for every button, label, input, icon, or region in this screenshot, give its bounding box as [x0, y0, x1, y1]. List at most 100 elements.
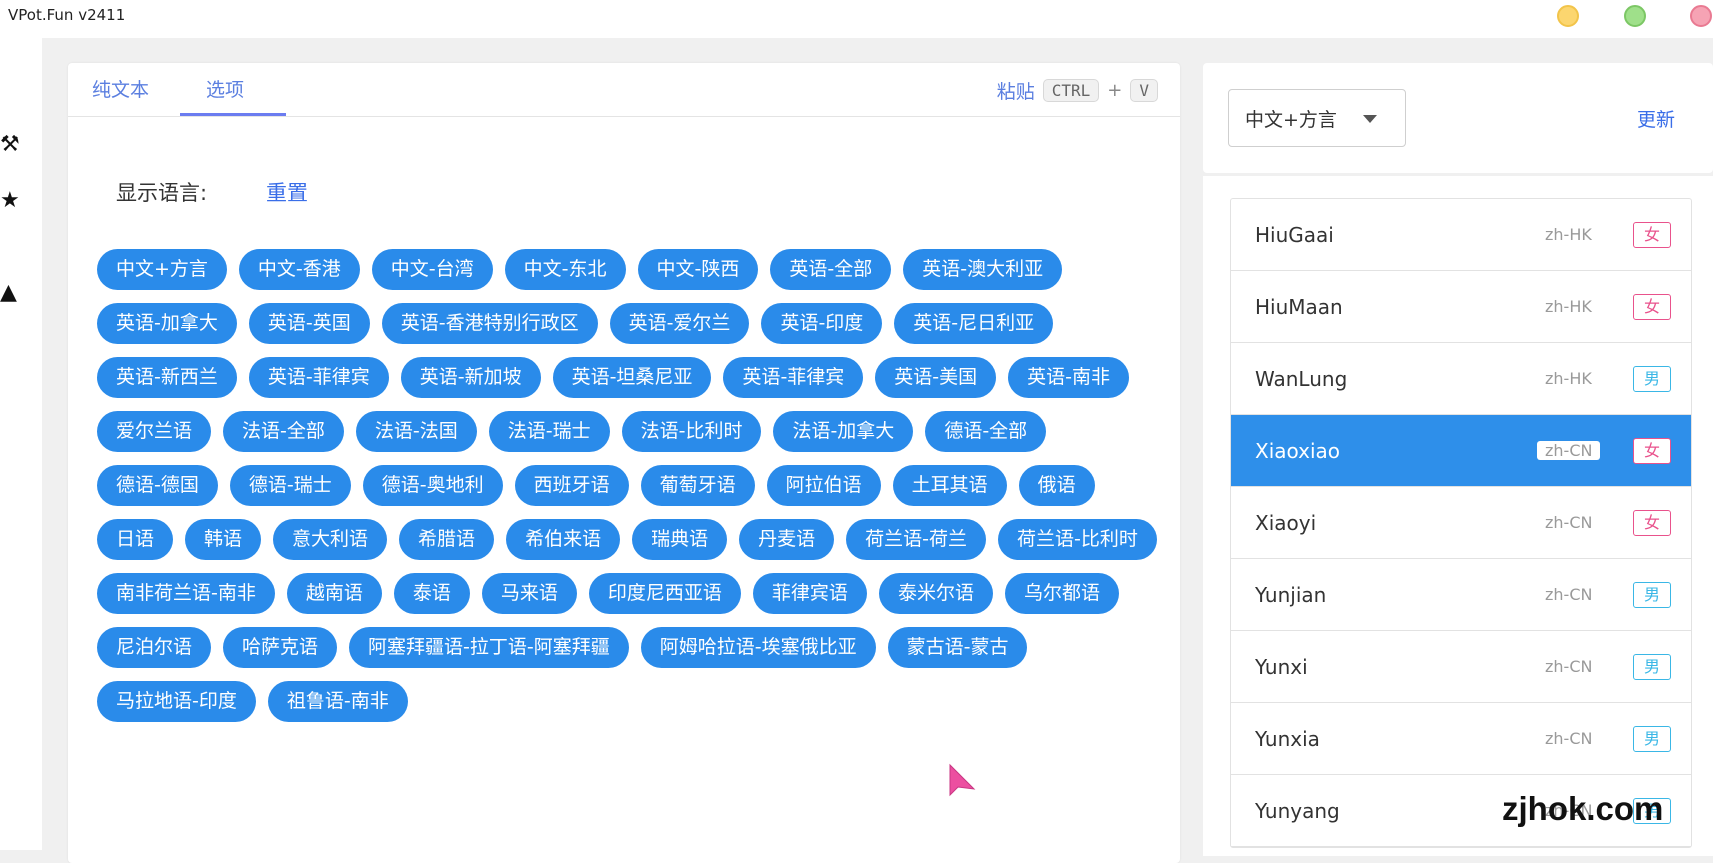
refresh-button[interactable]: 更新	[1637, 105, 1675, 132]
language-chip[interactable]: 意大利语	[273, 519, 388, 560]
language-chip[interactable]: 法语-加拿大	[773, 411, 914, 452]
language-chip[interactable]: 英语-全部	[770, 249, 892, 290]
language-chip[interactable]: 马来语	[481, 573, 577, 614]
language-chip[interactable]: 中文-陕西	[637, 249, 759, 290]
caret-down-icon	[1363, 115, 1377, 123]
voice-locale: zh-CN	[1545, 657, 1593, 676]
language-select-value: 中文+方言	[1245, 108, 1337, 131]
language-chip[interactable]: 英语-菲律宾	[248, 357, 389, 398]
gender-badge: 男	[1633, 365, 1671, 392]
language-chip[interactable]: 阿拉伯语	[766, 465, 881, 506]
language-chip[interactable]: 哈萨克语	[223, 627, 338, 668]
voice-name: Xiaoyi	[1255, 510, 1317, 535]
voice-locale: zh-HK	[1545, 225, 1592, 244]
language-chip[interactable]: 中文-台湾	[371, 249, 493, 290]
language-chip[interactable]: 法语-比利时	[621, 411, 762, 452]
language-chip[interactable]: 希伯来语	[506, 519, 621, 560]
voice-name: Yunxi	[1255, 654, 1308, 679]
language-chip[interactable]: 德语-奥地利	[362, 465, 503, 506]
language-chip[interactable]: 韩语	[185, 519, 262, 560]
language-chip[interactable]: 南非荷兰语-南非	[97, 573, 275, 614]
language-chip[interactable]: 土耳其语	[892, 465, 1007, 506]
language-chip[interactable]: 英语-印度	[761, 303, 883, 344]
language-chip[interactable]: 葡萄牙语	[640, 465, 755, 506]
language-chip[interactable]: 英语-澳大利亚	[903, 249, 1063, 290]
voice-row[interactable]: WanLung zh-HK 男	[1231, 343, 1691, 415]
tab-plain-text[interactable]: 纯文本	[92, 75, 149, 112]
language-chip[interactable]: 中文-香港	[238, 249, 360, 290]
language-chip[interactable]: 英语-新西兰	[97, 357, 237, 398]
language-chip[interactable]: 蒙古语-蒙古	[887, 627, 1028, 668]
language-chip[interactable]: 德语-德国	[97, 465, 218, 506]
language-chip[interactable]: 尼泊尔语	[97, 627, 212, 668]
voice-row[interactable]: Yunjian zh-CN 男	[1231, 559, 1691, 631]
language-chip[interactable]: 乌尔都语	[1004, 573, 1119, 614]
language-chip[interactable]: 印度尼西亚语	[588, 573, 741, 614]
language-chip[interactable]: 泰语	[393, 573, 470, 614]
gender-badge: 男	[1633, 725, 1671, 752]
language-chip[interactable]: 阿姆哈拉语-埃塞俄比亚	[640, 627, 876, 668]
options-panel: 纯文本 选项 粘贴 CTRL + V 显示语言: 重置 中文+方言 中文-香港 中文…	[68, 63, 1180, 863]
star-icon[interactable]: ★	[0, 188, 22, 214]
language-chip[interactable]: 俄语	[1018, 465, 1095, 506]
language-chip[interactable]: 英语-新加坡	[400, 357, 541, 398]
reset-button[interactable]: 重置	[266, 177, 308, 207]
language-chip[interactable]: 祖鲁语-南非	[267, 681, 408, 722]
language-chip[interactable]: 英语-南非	[1008, 357, 1130, 398]
language-select[interactable]: 中文+方言	[1228, 89, 1406, 147]
watermark-text: zjhok.com	[1502, 790, 1664, 827]
title-bar: VPot.Fun v2411	[0, 0, 1713, 38]
paste-label[interactable]: 粘贴	[997, 77, 1035, 104]
language-chip[interactable]: 荷兰语-荷兰	[846, 519, 986, 560]
language-chip[interactable]: 西班牙语	[514, 465, 629, 506]
language-chip[interactable]: 马拉地语-印度	[97, 681, 256, 722]
language-chip[interactable]: 英语-加拿大	[97, 303, 237, 344]
language-chip[interactable]: 英语-英国	[248, 303, 370, 344]
language-chip[interactable]: 瑞典语	[632, 519, 728, 560]
close-button[interactable]	[1690, 5, 1712, 27]
voice-row[interactable]: Xiaoyi zh-CN 女	[1231, 487, 1691, 559]
language-chip[interactable]: 中文-东北	[504, 249, 626, 290]
language-chip[interactable]: 日语	[97, 519, 174, 560]
voice-row[interactable]: Yunxi zh-CN 男	[1231, 631, 1691, 703]
voice-locale: zh-CN	[1545, 729, 1593, 748]
voice-row[interactable]: HiuGaai zh-HK 女	[1231, 199, 1691, 271]
gender-badge: 男	[1633, 653, 1671, 680]
voice-row[interactable]: Xiaoxiao zh-CN 女	[1231, 415, 1691, 487]
language-chip[interactable]: 阿塞拜疆语-拉丁语-阿塞拜疆	[349, 627, 629, 668]
language-chip[interactable]: 英语-尼日利亚	[894, 303, 1054, 344]
language-chip[interactable]: 英语-爱尔兰	[609, 303, 750, 344]
language-chip[interactable]: 德语-全部	[925, 411, 1047, 452]
language-chip[interactable]: 德语-瑞士	[229, 465, 351, 506]
language-chip[interactable]: 越南语	[286, 573, 382, 614]
language-chip[interactable]: 英语-美国	[875, 357, 997, 398]
language-chip[interactable]: 荷兰语-比利时	[997, 519, 1157, 560]
language-chip-list: 中文+方言 中文-香港 中文-台湾 中文-东北 中文-陕西 英语-全部 英语-澳大利亚 英语-…	[97, 249, 1157, 722]
mountain-icon[interactable]: ▲	[0, 280, 22, 306]
language-chip[interactable]: 丹麦语	[739, 519, 835, 560]
paste-shortcut[interactable]: 粘贴 CTRL + V	[997, 75, 1158, 105]
language-chip[interactable]: 泰米尔语	[878, 573, 993, 614]
voice-name: Yunjian	[1255, 582, 1327, 607]
tab-options[interactable]: 选项	[172, 75, 278, 112]
voice-locale: zh-CN	[1537, 441, 1601, 460]
voice-row[interactable]: Yunxia zh-CN 男	[1231, 703, 1691, 775]
tools-icon[interactable]: ⚒	[0, 132, 22, 158]
language-chip[interactable]: 爱尔兰语	[97, 411, 212, 452]
language-chip[interactable]: 英语-坦桑尼亚	[552, 357, 712, 398]
maximize-button[interactable]	[1624, 5, 1646, 27]
language-chip[interactable]: 法语-瑞士	[488, 411, 610, 452]
language-chip[interactable]: 英语-菲律宾	[723, 357, 864, 398]
language-chip[interactable]: 英语-香港特别行政区	[381, 303, 598, 344]
voice-row[interactable]: HiuMaan zh-HK 女	[1231, 271, 1691, 343]
language-chip[interactable]: 希腊语	[399, 519, 495, 560]
voice-name: Xiaoxiao	[1255, 438, 1341, 463]
language-chip[interactable]: 法语-法国	[355, 411, 477, 452]
language-chip[interactable]: 法语-全部	[223, 411, 344, 452]
voice-locale: zh-CN	[1545, 585, 1593, 604]
voice-filter-panel: 中文+方言 更新	[1203, 63, 1713, 173]
gender-badge: 女	[1633, 437, 1671, 464]
language-chip[interactable]: 菲律宾语	[752, 573, 867, 614]
language-chip[interactable]: 中文+方言	[97, 249, 227, 290]
minimize-button[interactable]	[1557, 5, 1579, 27]
